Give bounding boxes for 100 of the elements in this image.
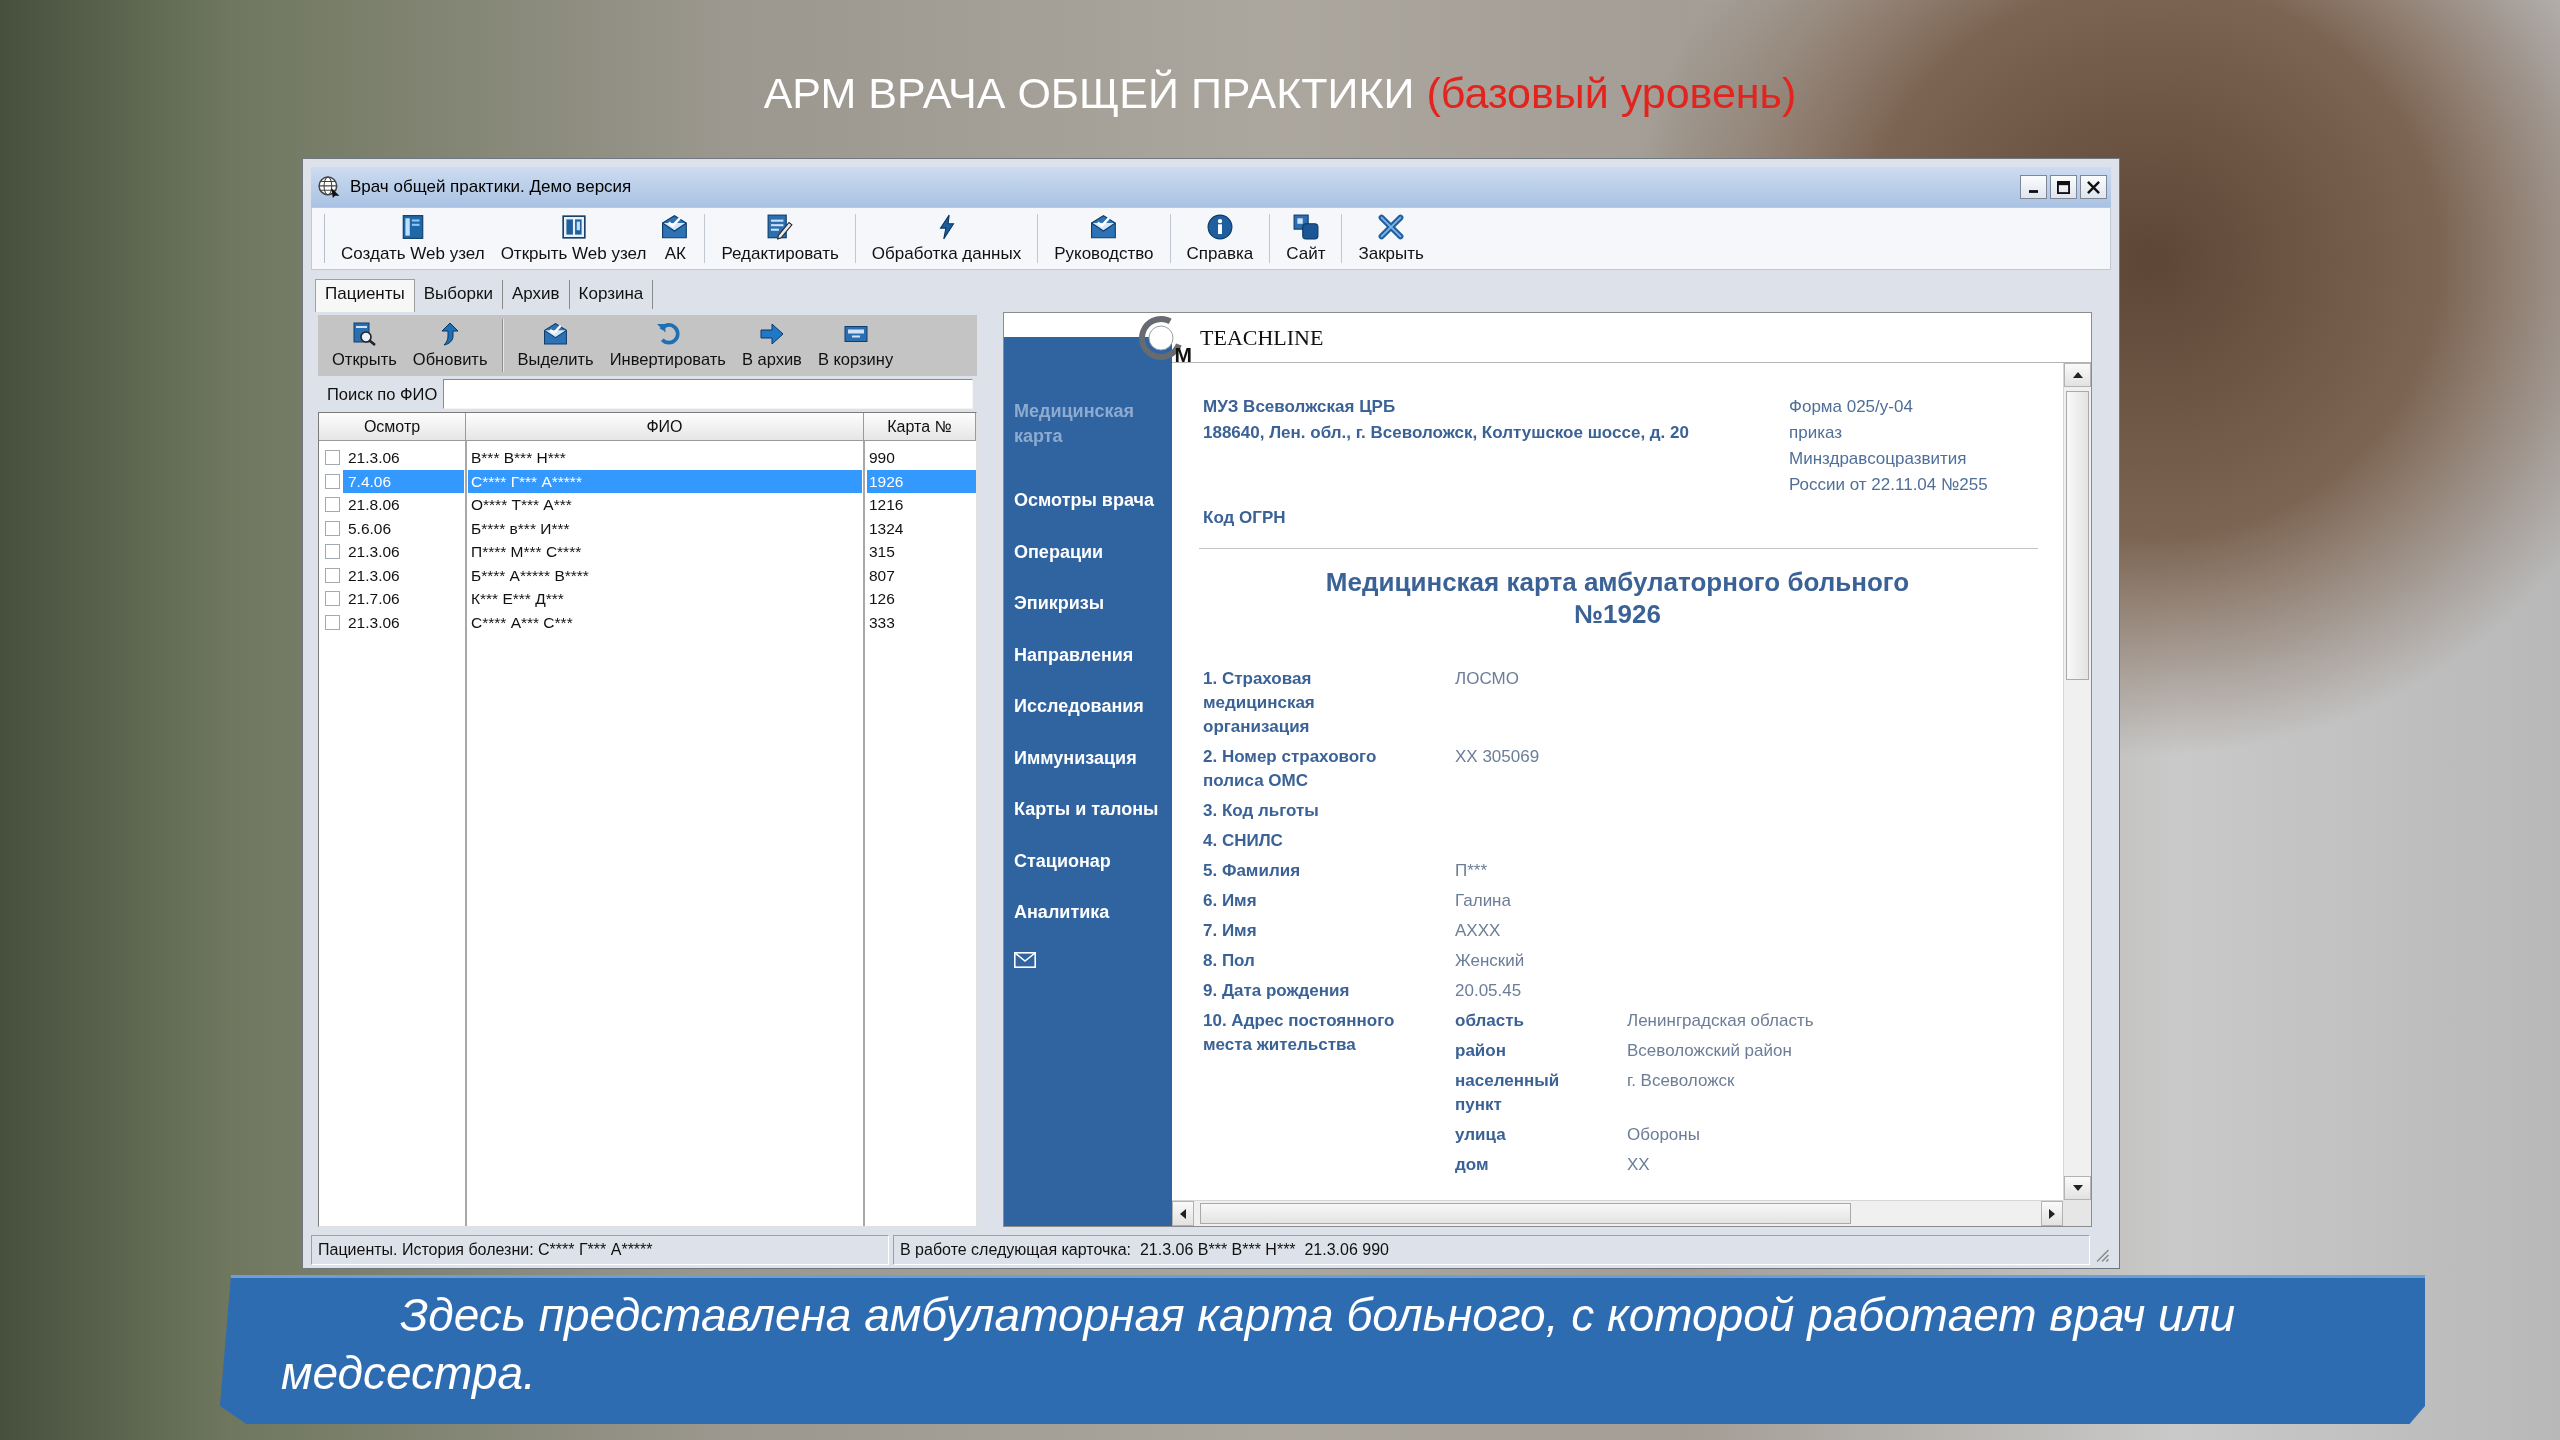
toolbar-button[interactable]: Сайт: [1278, 208, 1334, 269]
row-checkbox[interactable]: [325, 544, 340, 560]
table-cell-text: 21.3.06: [347, 612, 401, 633]
field-label: 9. Дата рождения: [1203, 980, 1351, 1002]
overlapping-squares-icon: [1292, 213, 1319, 240]
tab[interactable]: Пациенты: [315, 279, 415, 312]
nav-link[interactable]: Исследования: [1014, 694, 1144, 719]
nav-link[interactable]: Иммунизация: [1014, 745, 1137, 771]
notepad-pencil-icon: [767, 213, 794, 240]
nav-link[interactable]: Операции: [1014, 539, 1104, 565]
scrollbar-thumb[interactable]: [2066, 391, 2089, 680]
table-cell-text: П**** М*** С****: [470, 542, 583, 562]
table-row[interactable]: 21.7.06 К*** Е*** Д*** 126: [319, 587, 976, 611]
scroll-down-button[interactable]: [2064, 1176, 2091, 1200]
scroll-up-button[interactable]: [2064, 363, 2091, 387]
tab[interactable]: Выборки: [414, 280, 503, 309]
toolbar-button[interactable]: Редактировать: [713, 208, 847, 269]
table-cell-text: 21.3.06: [347, 565, 401, 586]
table-cell-text: Б**** А***** В****: [470, 565, 590, 586]
toolbar-button[interactable]: Открыть: [324, 315, 405, 376]
toolbar-button[interactable]: Выделить: [509, 315, 602, 376]
table-cell-text: О**** Т*** А***: [470, 495, 573, 515]
minimize-button[interactable]: [2020, 175, 2047, 199]
envelope-icon: [1090, 213, 1117, 240]
envelope-icon[interactable]: [1014, 951, 1036, 968]
slide-subtitle: (базовый уровень): [1426, 68, 1797, 118]
table-row[interactable]: 5.6.06 Б**** в*** И*** 1324: [319, 516, 976, 540]
scrollbar-thumb[interactable]: [1200, 1203, 1851, 1224]
nav-link[interactable]: Эпикризы: [1014, 591, 1105, 616]
size-grip-icon[interactable]: [2096, 1249, 2109, 1262]
column-header[interactable]: Осмотр: [319, 413, 466, 441]
field-value: XX 305069: [1455, 746, 1541, 768]
search-field[interactable]: [443, 379, 973, 409]
nav-link[interactable]: Осмотры врача: [1014, 488, 1154, 513]
table-row[interactable]: 21.3.06 П**** М*** С**** 315: [319, 540, 976, 564]
organization-address: 188640, Лен. обл., г. Всеволожск, Колтушское шоссе, д. 20: [1203, 422, 1690, 444]
column-header[interactable]: Карта №: [864, 413, 976, 441]
close-button[interactable]: [2080, 175, 2107, 199]
row-checkbox[interactable]: [325, 614, 340, 630]
table-row[interactable]: 21.3.06 С**** А*** С*** 333: [319, 610, 976, 634]
field-value: Обороны: [1627, 1124, 1701, 1146]
toolbar-button[interactable]: В корзину: [809, 315, 902, 376]
toolbar-button[interactable]: Закрыть: [1350, 208, 1432, 269]
table-cell-text: 807: [868, 565, 896, 586]
table-cell-text: 990: [868, 448, 896, 468]
row-checkbox[interactable]: [325, 567, 340, 583]
toolbar-button[interactable]: Создать Web узел: [333, 208, 493, 269]
field-value: П***: [1455, 860, 1489, 882]
nav-link[interactable]: Аналитика: [1014, 900, 1110, 925]
book-icon: [560, 213, 587, 240]
table-cell-text: 1926: [868, 471, 905, 492]
right-arrow-icon: [759, 322, 784, 346]
envelope-icon: [543, 322, 568, 346]
toolbar-button[interactable]: Открыть Web узел: [492, 208, 655, 269]
toolbar-button[interactable]: Инвертировать: [601, 315, 734, 376]
document-title: Медицинская карта амбулаторного больного №1926: [1324, 566, 1911, 630]
column-header[interactable]: ФИО: [466, 413, 864, 441]
close-icon: [1378, 213, 1405, 240]
toolbar-button[interactable]: АК: [654, 208, 697, 269]
nav-link[interactable]: Стационар: [1014, 848, 1111, 874]
table-row[interactable]: 21.3.06 Б**** А***** В**** 807: [319, 563, 976, 587]
tab[interactable]: Корзина: [569, 280, 654, 309]
toolbar-button[interactable]: В архив: [733, 315, 810, 376]
logo: M: [1138, 315, 1192, 363]
toolbar-button[interactable]: Справка: [1178, 208, 1262, 269]
table-cell-text: 21.3.06: [347, 448, 401, 468]
maximize-button[interactable]: [2050, 175, 2077, 199]
nav-link[interactable]: Карты и талоны: [1014, 797, 1159, 822]
field-label: 7. Имя: [1203, 920, 1258, 942]
row-checkbox[interactable]: [325, 591, 340, 607]
field-label: область: [1455, 1010, 1525, 1032]
window-title: Врач общей практики. Демо версия: [350, 177, 633, 197]
field-value: XX: [1627, 1154, 1651, 1176]
minimize-icon: [2029, 190, 2038, 193]
toolbar-button[interactable]: Руководство: [1046, 208, 1162, 269]
table-cell-text: 126: [868, 589, 896, 609]
scroll-right-button[interactable]: [2041, 1201, 2063, 1226]
field-label: дом: [1455, 1154, 1490, 1176]
table-row[interactable]: 21.8.06 О**** Т*** А*** 1216: [319, 493, 976, 517]
row-checkbox[interactable]: [325, 473, 340, 489]
info-icon: [1206, 213, 1233, 240]
toolbar-button[interactable]: Обработка данных: [863, 208, 1030, 269]
table-cell-text: 21.7.06: [347, 589, 401, 609]
table-cell-text: 1216: [868, 495, 905, 515]
tab[interactable]: Архив: [502, 280, 570, 309]
caption-text: Здесь представлена амбулаторная карта больного, с которой работает врач или медсестра.: [280, 1288, 2237, 1401]
field-label: 6. Имя: [1203, 890, 1258, 912]
scroll-left-button[interactable]: [1172, 1201, 1194, 1226]
row-checkbox[interactable]: [325, 497, 340, 513]
toolbar-button[interactable]: Обновить: [404, 315, 496, 376]
row-checkbox[interactable]: [325, 450, 340, 466]
table-cell-text: 21.8.06: [347, 495, 401, 515]
field-value: Всеволожский район: [1627, 1040, 1793, 1062]
left-arrow-icon: [1180, 1208, 1186, 1219]
table-row[interactable]: 21.3.06 В*** В*** Н*** 990: [319, 446, 976, 470]
table-cell-text: 5.6.06: [347, 518, 393, 539]
slide-title: АРМ ВРАЧА ОБЩЕЙ ПРАКТИКИ: [763, 68, 1415, 118]
row-checkbox[interactable]: [325, 520, 340, 536]
field-value: AXXX: [1455, 920, 1502, 942]
nav-link[interactable]: Направления: [1014, 642, 1134, 668]
